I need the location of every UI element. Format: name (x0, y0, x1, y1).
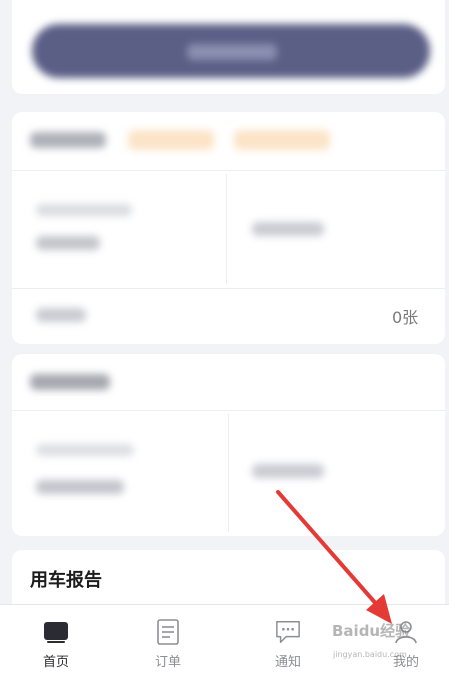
ticket-count: 0张 (392, 308, 419, 327)
info-card (12, 112, 445, 344)
second-card-title (30, 374, 110, 390)
primary-action-label (187, 44, 277, 60)
info-tag-2 (234, 130, 330, 150)
second-card-field-value (36, 480, 124, 494)
home-icon (43, 619, 69, 645)
info-field-label (36, 204, 132, 216)
tab-profile[interactable]: 我的 (350, 605, 449, 677)
second-card-field-label (36, 444, 134, 456)
tab-notifications[interactable]: 通知 (232, 605, 344, 677)
tab-home[interactable]: 首页 (0, 605, 112, 677)
report-title: 用车报告 (30, 570, 102, 591)
notification-icon (275, 619, 301, 645)
tab-orders[interactable]: 订单 (112, 605, 224, 677)
info-row-label (36, 308, 86, 322)
second-card-side-value (252, 464, 324, 478)
top-card (12, 0, 445, 94)
primary-action-button[interactable] (32, 24, 430, 78)
watermark-logo: Baidu经验 (332, 622, 411, 640)
info-side-value (252, 222, 324, 236)
watermark-url: jingyan.baidu.com (333, 650, 407, 659)
orders-icon (155, 619, 181, 645)
tab-orders-label: 订单 (154, 655, 181, 670)
tab-notifications-label: 通知 (274, 655, 301, 670)
info-field-value (36, 236, 100, 250)
tab-home-label: 首页 (42, 655, 69, 670)
info-tag-1 (128, 130, 214, 150)
second-info-card (12, 354, 445, 536)
info-card-title (30, 132, 106, 148)
